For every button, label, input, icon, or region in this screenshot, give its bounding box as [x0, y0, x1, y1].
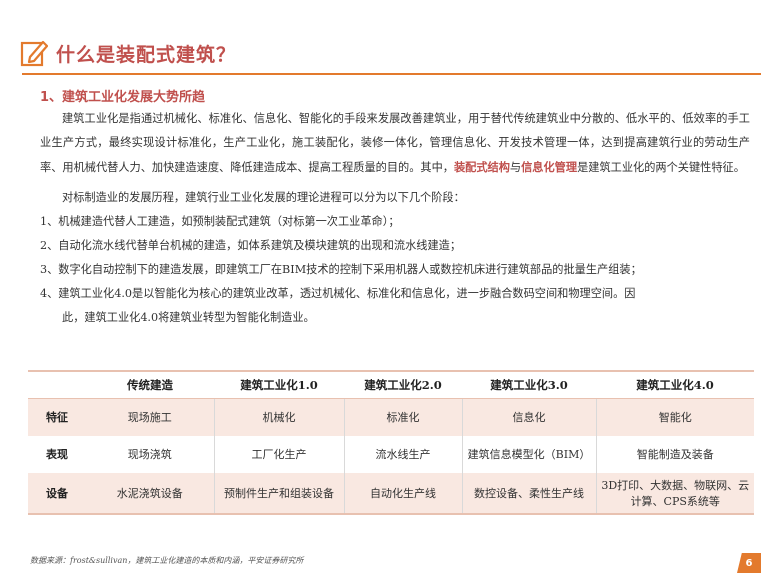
table-cell: 自动化生产线 — [343, 472, 462, 515]
table-header-cell — [28, 370, 86, 399]
table-cell: 标准化 — [343, 398, 462, 436]
table-row: 表现 现场浇筑 工厂化生产 流水线生产 建筑信息模型化（BIM） 智能制造及装备 — [28, 435, 754, 473]
table-header-cell: 建筑工业化2.0 — [344, 370, 462, 399]
table-cell: 建筑信息模型化（BIM） — [461, 435, 596, 473]
table-cell: 现场浇筑 — [127, 448, 172, 461]
table-cell: 预制件生产和组装设备 — [213, 472, 344, 515]
section-heading: 1、建筑工业化发展大势所趋 — [40, 90, 206, 105]
intro-text-end: 是建筑工业化的两个关键性特征。 — [577, 161, 745, 174]
page-number-badge: 6 — [737, 553, 761, 573]
stage-item: 1、机械建造代替人工建造，如预制装配式建筑（对标第一次工业革命）； — [40, 215, 400, 228]
stages-intro: 对标制造业的发展历程，建筑行业工业化发展的理论进程可以分为以下几个阶段： — [62, 191, 465, 204]
table-cell: 流水线生产 — [343, 435, 462, 473]
data-source-note: 数据来源：frost&sullivan，建筑工业化建造的本质和内涵，平安证券研究… — [30, 556, 304, 565]
table-row: 设备 水泥浇筑设备 预制件生产和组装设备 自动化生产线 数控设备、柔性生产线 3… — [28, 472, 754, 515]
row-label: 设备 — [28, 472, 86, 515]
highlight-info-management: 信息化管理 — [521, 160, 578, 174]
table-cell: 工厂化生产 — [213, 435, 344, 473]
table-cell: 现场施工 — [86, 398, 214, 436]
table-header-cell: 传统建造 — [86, 370, 214, 399]
stage-item: 2、自动化流水线代替单台机械的建造，如体系建筑及模块建筑的出现和流水线建造； — [40, 239, 462, 252]
stage-item: 3、数字化自动控制下的建造发展，即建筑工厂在BIM技术的控制下采用机器人或数控机… — [40, 263, 642, 276]
title-divider — [22, 73, 761, 75]
table-header-cell: 建筑工业化4.0 — [596, 370, 754, 399]
highlight-prefab-structure: 装配式结构 — [453, 160, 510, 174]
top-border — [0, 0, 781, 2]
stages-comparison-table: 传统建造 建筑工业化1.0 建筑工业化2.0 建筑工业化3.0 建筑工业化4.0… — [28, 370, 754, 515]
table-cell: 水泥浇筑设备 — [86, 472, 214, 515]
table-cell: 机械化 — [213, 398, 344, 436]
stage-item-continued: 此，建筑工业化4.0将建筑业转型为智能化制造业。 — [62, 311, 315, 324]
table-header-row: 传统建造 建筑工业化1.0 建筑工业化2.0 建筑工业化3.0 建筑工业化4.0 — [28, 370, 754, 399]
table-cell: 智能制造及装备 — [595, 435, 754, 473]
page-title: 什么是装配式建筑？ — [56, 43, 237, 66]
row-label: 表现 — [46, 448, 68, 461]
table-cell: 智能化 — [595, 398, 754, 436]
table-cell: 数控设备、柔性生产线 — [461, 472, 596, 515]
edit-note-icon — [20, 40, 48, 67]
body-text: 建筑工业化是指通过机械化、标准化、信息化、智能化的手段来发展改善建筑业，用于替代… — [40, 107, 750, 330]
table-row: 特征 现场施工 机械化 标准化 信息化 智能化 — [28, 398, 754, 436]
table-cell: 3D打印、大数据、物联网、云计算、CPS系统等 — [595, 472, 754, 515]
table-header-cell: 建筑工业化1.0 — [214, 370, 344, 399]
stages-list: 对标制造业的发展历程，建筑行业工业化发展的理论进程可以分为以下几个阶段： 1、机… — [40, 186, 750, 330]
stage-item: 4、建筑工业化4.0是以智能化为核心的建筑业改革，透过机械化、标准化和信息化，进… — [40, 287, 636, 300]
intro-paragraph: 建筑工业化是指通过机械化、标准化、信息化、智能化的手段来发展改善建筑业，用于替代… — [40, 107, 750, 180]
intro-connector: 与 — [509, 161, 522, 174]
row-label: 特征 — [28, 398, 86, 436]
table-header-cell: 建筑工业化3.0 — [462, 370, 596, 399]
table-cell: 信息化 — [461, 398, 596, 436]
title-bar: 什么是装配式建筑？ — [20, 38, 236, 68]
